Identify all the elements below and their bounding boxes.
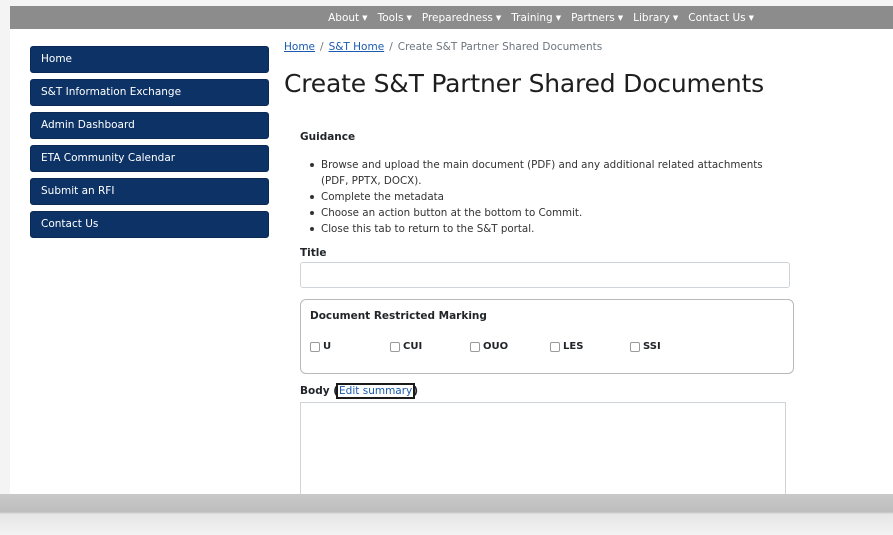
nav-contact-us[interactable]: Contact Us ▼ [688, 12, 754, 24]
caret-down-icon: ▼ [495, 13, 502, 22]
page-content: Home S&T Information Exchange Admin Dash… [10, 29, 893, 494]
nav-training[interactable]: Training ▼ [511, 12, 561, 24]
bottom-edge [0, 494, 893, 535]
page-title: Create S&T Partner Shared Documents [284, 69, 764, 98]
marking-option-label: CUI [403, 341, 423, 352]
body-label-text: Body ( [300, 385, 339, 397]
body-editor[interactable] [300, 402, 786, 494]
guidance-item: Close this tab to return to the S&T port… [309, 221, 789, 237]
top-nav-bar: About ▼ Tools ▼ Preparedness ▼ Training ▼ Pa… [10, 6, 893, 29]
marking-option-label: OUO [483, 341, 509, 352]
checkbox-les[interactable] [550, 341, 560, 352]
checkbox-ouo[interactable] [470, 341, 480, 352]
nav-about-label: About [328, 11, 360, 24]
sidebar-item-home[interactable]: Home [30, 46, 269, 73]
sidebar-item-st-information-exchange[interactable]: S&T Information Exchange [30, 79, 269, 106]
breadcrumb-home-link[interactable]: Home [284, 41, 315, 53]
edit-summary-link[interactable]: Edit summary [336, 383, 416, 399]
guidance-item: Browse and upload the main document (PDF… [309, 157, 789, 189]
breadcrumb-separator: / [389, 41, 393, 53]
breadcrumb: Home / S&T Home / Create S&T Partner Shared … [284, 41, 602, 53]
caret-down-icon: ▼ [617, 13, 624, 22]
marking-option-cui[interactable]: CUI [390, 341, 422, 352]
nav-preparedness-label: Preparedness [421, 11, 493, 24]
guidance-item: Complete the metadata [309, 189, 789, 205]
caret-down-icon: ▼ [555, 13, 562, 22]
checkbox-ssi[interactable] [630, 341, 640, 352]
nav-contact-us-label: Contact Us [688, 11, 746, 24]
nav-training-label: Training [511, 11, 553, 24]
guidance-item: Choose an action button at the bottom to… [309, 205, 789, 221]
breadcrumb-separator: / [320, 41, 324, 53]
nav-partners-label: Partners [571, 11, 615, 24]
nav-tools-label: Tools [377, 11, 404, 24]
marking-option-u[interactable]: U [310, 341, 331, 352]
document-restricted-marking-box: Document Restricted Marking U CUI OUO LE… [300, 299, 794, 374]
sidebar-item-admin-dashboard[interactable]: Admin Dashboard [30, 112, 269, 139]
caret-down-icon: ▼ [748, 13, 754, 22]
nav-library-label: Library [633, 11, 670, 24]
sidebar: Home S&T Information Exchange Admin Dash… [30, 46, 269, 244]
body-label: Body (Edit summary) [300, 383, 419, 399]
caret-down-icon: ▼ [406, 13, 412, 22]
guidance-list: Browse and upload the main document (PDF… [309, 157, 789, 237]
sidebar-item-eta-community-calendar[interactable]: ETA Community Calendar [30, 145, 269, 172]
marking-option-label: U [323, 341, 332, 352]
caret-down-icon: ▼ [672, 13, 679, 22]
marking-option-label: SSI [643, 341, 661, 352]
marking-heading: Document Restricted Marking [310, 310, 487, 322]
marking-option-ouo[interactable]: OUO [470, 341, 508, 352]
sidebar-item-submit-rfi[interactable]: Submit an RFI [30, 178, 269, 205]
breadcrumb-st-home-link[interactable]: S&T Home [329, 41, 385, 53]
breadcrumb-current: Create S&T Partner Shared Documents [397, 41, 603, 53]
marking-option-label: LES [563, 341, 584, 352]
nav-tools[interactable]: Tools ▼ [378, 12, 412, 24]
marking-option-ssi[interactable]: SSI [630, 341, 661, 352]
title-input[interactable] [300, 262, 790, 288]
guidance-heading: Guidance [300, 131, 356, 143]
caret-down-icon: ▼ [362, 13, 368, 22]
nav-preparedness[interactable]: Preparedness ▼ [422, 12, 501, 24]
nav-library[interactable]: Library ▼ [633, 12, 678, 24]
nav-partners[interactable]: Partners ▼ [571, 12, 623, 24]
nav-about[interactable]: About ▼ [328, 12, 367, 24]
marking-option-les[interactable]: LES [550, 341, 583, 352]
checkbox-cui[interactable] [390, 341, 400, 352]
checkbox-u[interactable] [310, 341, 320, 352]
title-label: Title [300, 247, 327, 259]
body-label-close: ) [413, 385, 419, 397]
sidebar-item-contact-us[interactable]: Contact Us [30, 211, 269, 238]
